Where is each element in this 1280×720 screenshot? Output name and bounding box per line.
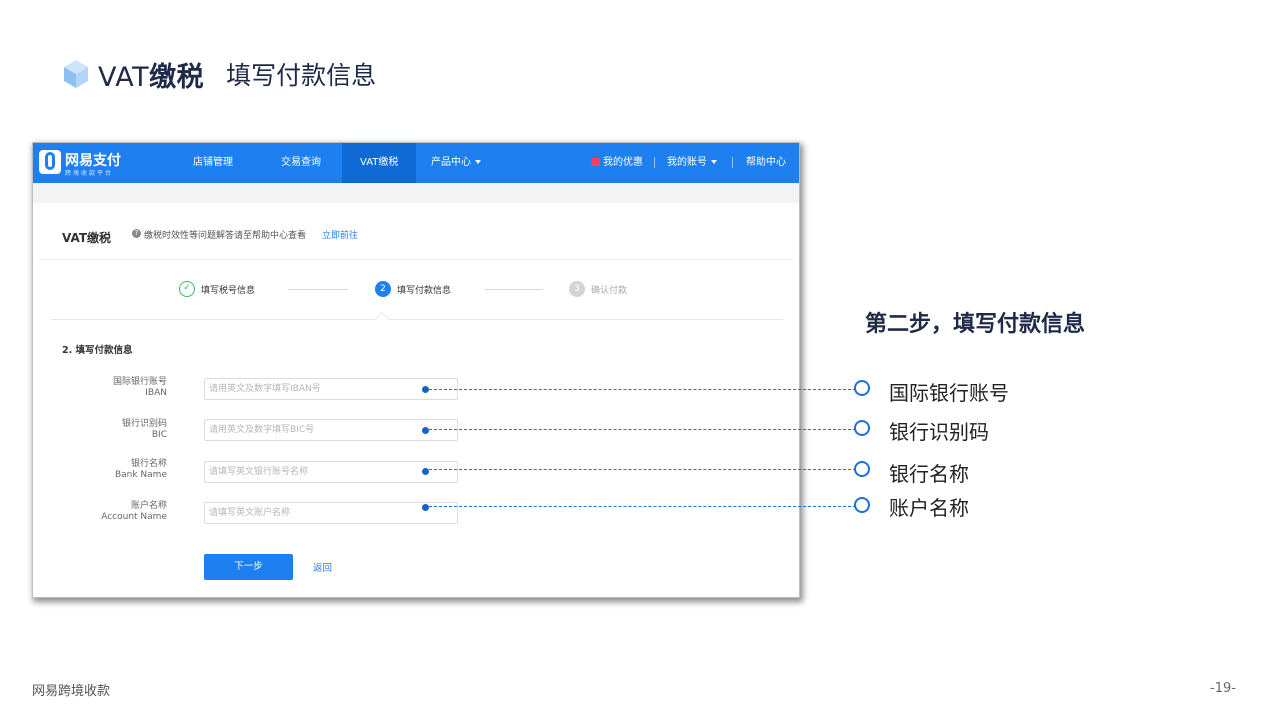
callout-line	[429, 506, 856, 507]
account-name-label: 账户名称 Account Name	[101, 501, 167, 522]
step-connector	[485, 289, 543, 290]
brand-name: 网易支付	[65, 153, 121, 169]
step-tax-info: ✓ 填写税号信息	[179, 281, 255, 297]
my-coupons-link[interactable]: 我的优惠	[591, 143, 643, 183]
callout-ring-icon	[854, 420, 870, 436]
step-pointer	[374, 311, 390, 327]
callout-line	[429, 469, 856, 470]
callout-line	[429, 389, 856, 390]
step-number: 3	[569, 281, 585, 297]
app-screenshot: 网易支付 跨境收款平台 店铺管理 交易查询 VAT缴税 产品中心 我的优惠 我的…	[33, 143, 799, 597]
callout-ring-icon	[854, 461, 870, 477]
bank-name-input[interactable]: 请填写英文银行账号名称	[204, 461, 458, 483]
step-number: 2	[375, 281, 391, 297]
step-connector	[288, 289, 348, 290]
gift-icon	[591, 158, 600, 166]
nav-vat-tax[interactable]: VAT缴税	[342, 143, 417, 183]
slide-title-main: VAT缴税	[98, 61, 205, 93]
help-center-link[interactable]: 帮助中心	[746, 143, 786, 183]
cube-logo-icon	[64, 60, 88, 88]
nav-divider	[732, 157, 733, 168]
slide-title: VAT缴税 填写付款信息	[62, 54, 376, 94]
main-content: VAT缴税 ? 缴税时效性等问题解答请至帮助中心查看 立即前往 ✓ 填写税号信息…	[39, 203, 793, 597]
callout-line	[429, 429, 856, 430]
callout-bank-name: 银行名称	[889, 462, 969, 486]
step-label: 填写税号信息	[201, 285, 256, 296]
my-account-menu[interactable]: 我的账号	[667, 143, 717, 183]
bic-input[interactable]: 请用英文及数字填写BIC号	[204, 419, 458, 441]
next-step-button[interactable]: 下一步	[204, 554, 293, 580]
footer-company: 网易跨境收款	[32, 684, 111, 699]
netease-pay-logo-icon	[39, 150, 61, 174]
callout-anchor-dot	[422, 504, 429, 511]
step-payment-info: 2 填写付款信息	[375, 281, 451, 297]
account-name-input[interactable]: 请填写英文账户名称	[204, 502, 458, 524]
help-text: 缴税时效性等问题解答请至帮助中心查看	[144, 231, 307, 241]
help-link[interactable]: 立即前往	[322, 228, 358, 241]
bank-name-label: 银行名称 Bank Name	[114, 459, 167, 480]
chevron-down-icon	[475, 160, 481, 164]
nav-transaction-query[interactable]: 交易查询	[281, 143, 321, 183]
iban-input[interactable]: 请用英文及数字填写IBAN号	[204, 378, 458, 400]
question-icon: ?	[132, 229, 141, 238]
check-icon: ✓	[179, 281, 195, 297]
my-account-label: 我的账号	[667, 157, 707, 168]
step-confirm-payment: 3 确认付款	[569, 281, 627, 297]
iban-label: 国际银行账号 IBAN	[112, 377, 167, 398]
callout-bic: 银行识别码	[889, 420, 989, 444]
callout-ring-icon	[854, 497, 870, 513]
nav-product-center[interactable]: 产品中心	[431, 143, 481, 183]
nav-store-management[interactable]: 店铺管理	[193, 143, 233, 183]
back-link[interactable]: 返回	[313, 560, 332, 574]
callout-anchor-dot	[422, 427, 429, 434]
step-heading: 第二步，填写付款信息	[865, 312, 1086, 337]
section-title: 2. 填写付款信息	[62, 345, 133, 356]
divider	[51, 319, 783, 320]
bic-label: 银行识别码 BIC	[121, 419, 167, 440]
top-navbar: 网易支付 跨境收款平台 店铺管理 交易查询 VAT缴税 产品中心 我的优惠 我的…	[33, 143, 799, 183]
nav-divider	[654, 157, 655, 168]
callout-account-name: 账户名称	[889, 496, 969, 520]
step-label: 填写付款信息	[397, 285, 452, 296]
chevron-down-icon	[711, 160, 717, 164]
callout-anchor-dot	[422, 386, 429, 393]
page-number: -19-	[1210, 681, 1236, 696]
my-coupons-label: 我的优惠	[603, 157, 643, 168]
page-background-band	[33, 183, 799, 203]
callout-iban: 国际银行账号	[889, 381, 1009, 405]
slide-subtitle: 填写付款信息	[226, 61, 377, 90]
callout-ring-icon	[854, 380, 870, 396]
step-label: 确认付款	[591, 285, 628, 296]
nav-product-center-label: 产品中心	[431, 157, 471, 168]
divider	[39, 259, 793, 260]
callout-anchor-dot	[422, 468, 429, 475]
page-heading: VAT缴税	[62, 231, 112, 245]
brand-tagline: 跨境收款平台	[65, 170, 114, 177]
